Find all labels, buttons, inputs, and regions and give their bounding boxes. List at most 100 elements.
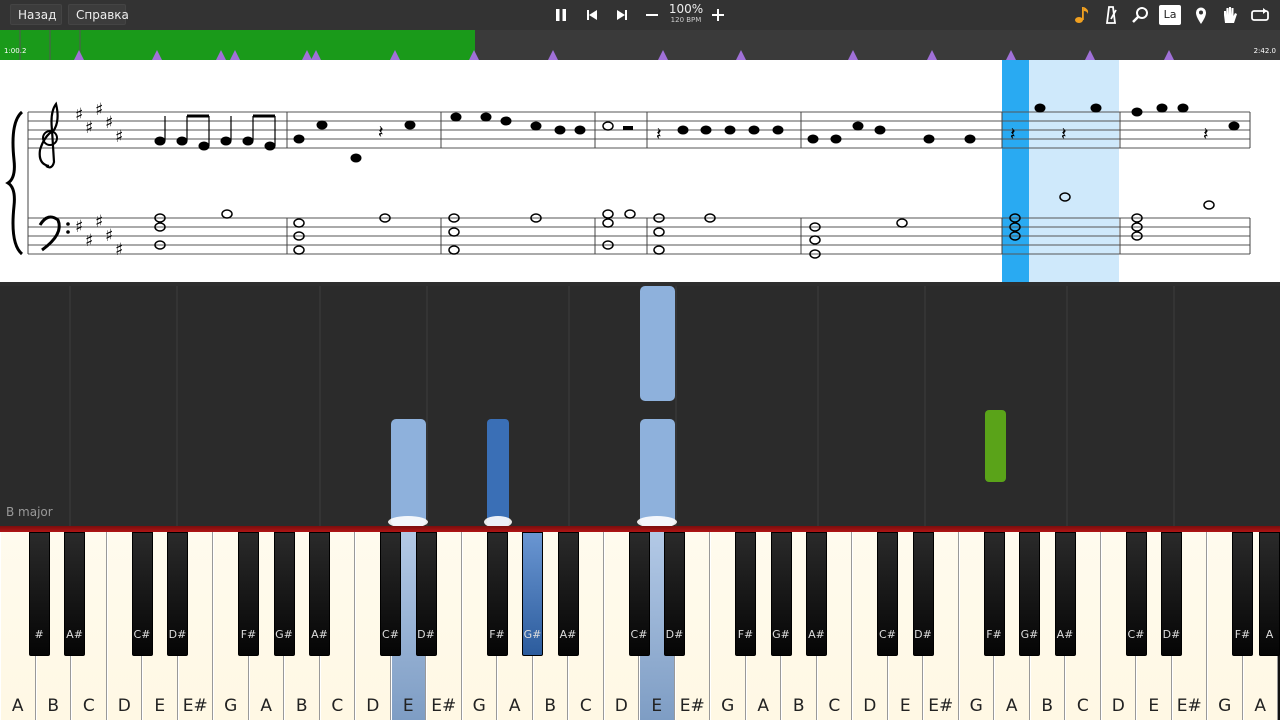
black-key-label: A# xyxy=(559,628,577,641)
black-key[interactable]: G# xyxy=(770,532,792,656)
piano-keyboard[interactable]: A B C D E E# G A B C D E E# G A B C D E E# G A B C D E E# G A B C D E E# G… xyxy=(0,526,1280,720)
metronome-icon[interactable] xyxy=(1099,3,1123,27)
black-key[interactable]: D# xyxy=(1161,532,1182,656)
white-key-label: A xyxy=(260,696,273,716)
location-pin-icon[interactable] xyxy=(1189,3,1213,27)
tempo-readout: 100% 120 BPM xyxy=(666,2,706,25)
black-key-label: C# xyxy=(1127,628,1145,641)
black-key-label: A# xyxy=(311,628,328,641)
black-key[interactable]: C# xyxy=(131,532,153,656)
black-key-label: A# xyxy=(66,628,83,641)
half-rest xyxy=(623,126,633,130)
black-key[interactable]: G# xyxy=(1019,532,1040,656)
black-key[interactable]: D# xyxy=(912,532,934,656)
svg-text:𝄽: 𝄽 xyxy=(656,124,662,145)
minus-icon[interactable] xyxy=(640,3,664,27)
black-key[interactable]: A# xyxy=(557,532,579,656)
svg-text:𝄽: 𝄽 xyxy=(1010,124,1016,145)
loop-icon[interactable] xyxy=(1248,3,1272,27)
black-key[interactable]: C# xyxy=(380,532,401,656)
white-key-label: A xyxy=(508,696,521,716)
note-letters-toggle[interactable]: La xyxy=(1159,5,1181,25)
back-button[interactable]: Назад xyxy=(10,4,62,25)
progress-bar[interactable]: 1:00.2 2:42.0 xyxy=(0,30,1280,60)
black-key-label: A xyxy=(1265,628,1274,641)
black-key-label: A# xyxy=(808,628,825,641)
black-key-label: A# xyxy=(1056,628,1074,641)
black-key-label: G# xyxy=(523,628,542,641)
black-key[interactable]: F# xyxy=(983,532,1005,656)
black-key[interactable]: G# xyxy=(273,532,295,656)
black-key[interactable]: C# xyxy=(628,532,650,656)
black-key[interactable]: F# xyxy=(238,532,259,656)
black-key[interactable]: A xyxy=(1259,532,1280,656)
svg-text:♯: ♯ xyxy=(105,226,113,246)
svg-text:𝄽: 𝄽 xyxy=(1061,124,1067,145)
black-key-label: F# xyxy=(737,628,754,641)
black-key[interactable]: F# xyxy=(1232,532,1253,656)
white-key-label: E# xyxy=(679,696,705,716)
search-icon[interactable] xyxy=(1128,3,1152,27)
black-key[interactable]: A# xyxy=(806,532,827,656)
white-key-label: B xyxy=(295,696,308,716)
white-key-label: G xyxy=(472,696,486,716)
black-key-label: C# xyxy=(879,628,896,641)
white-key-label: B xyxy=(47,696,60,716)
white-key-label: C xyxy=(828,696,841,716)
svg-text:♯: ♯ xyxy=(95,212,103,232)
falling-note-green xyxy=(985,410,1006,482)
black-key[interactable]: # xyxy=(28,532,50,656)
bpm-value: 120 BPM xyxy=(670,16,702,24)
white-key-label: G xyxy=(969,696,983,716)
sheet-music[interactable]: ♯ ♯ ♯ ♯ ♯ ♯ ♯ ♯ ♯ ♯ 𝄽 𝄽 𝄽 𝄽 𝄽 xyxy=(0,60,1280,282)
black-key[interactable]: D# xyxy=(167,532,188,656)
white-key-label: D xyxy=(614,696,628,716)
black-key[interactable]: C# xyxy=(877,532,898,656)
treble-clef xyxy=(38,101,59,169)
music-note-icon[interactable] xyxy=(1070,3,1094,27)
note-impact-glow xyxy=(388,516,677,526)
black-key[interactable]: G# xyxy=(522,532,543,656)
help-button[interactable]: Справка xyxy=(68,4,129,25)
black-key-label: F# xyxy=(986,628,1002,641)
white-key-label: B xyxy=(1041,696,1054,716)
key-signature-label: B major xyxy=(6,505,53,519)
grand-staff-brace xyxy=(5,110,24,256)
plus-icon[interactable] xyxy=(706,3,730,27)
black-key[interactable]: D# xyxy=(415,532,437,656)
black-key[interactable]: A# xyxy=(1054,532,1076,656)
black-key-label: C# xyxy=(133,628,151,641)
skip-back-icon[interactable] xyxy=(580,3,604,27)
playhead-highlight xyxy=(1002,60,1029,282)
white-key-label: A xyxy=(1005,696,1018,716)
skip-forward-icon[interactable] xyxy=(610,3,634,27)
black-key[interactable]: A# xyxy=(309,532,330,656)
black-key[interactable]: A# xyxy=(64,532,86,656)
black-key[interactable]: F# xyxy=(735,532,756,656)
pause-icon[interactable] xyxy=(549,3,573,27)
hand-icon[interactable] xyxy=(1218,3,1242,27)
black-key[interactable]: D# xyxy=(664,532,685,656)
svg-text:♯: ♯ xyxy=(115,240,123,260)
white-key-label: D xyxy=(863,696,877,716)
white-key-label: E xyxy=(651,696,663,716)
black-key[interactable]: C# xyxy=(1125,532,1147,656)
white-key-label: G xyxy=(224,696,238,716)
svg-text:♯: ♯ xyxy=(105,113,113,133)
black-key[interactable]: F# xyxy=(486,532,508,656)
white-key-label: A xyxy=(11,696,24,716)
svg-text:♯: ♯ xyxy=(75,105,83,125)
white-key-label: E# xyxy=(928,696,954,716)
white-key-label: E xyxy=(154,696,166,716)
svg-text:𝄽: 𝄽 xyxy=(1203,124,1209,145)
black-key-label: D# xyxy=(168,628,187,641)
white-key-label: E xyxy=(1148,696,1160,716)
current-time: 1:00.2 xyxy=(4,47,27,55)
zoom-level: 100% xyxy=(668,2,704,16)
black-key-label: D# xyxy=(1162,628,1181,641)
white-key-label: C xyxy=(331,696,344,716)
black-key-label: D# xyxy=(665,628,684,641)
toolbar: Назад Справка 100% 120 BPM La xyxy=(0,0,1280,30)
black-key-label: G# xyxy=(772,628,790,641)
black-key-label: G# xyxy=(1020,628,1039,641)
